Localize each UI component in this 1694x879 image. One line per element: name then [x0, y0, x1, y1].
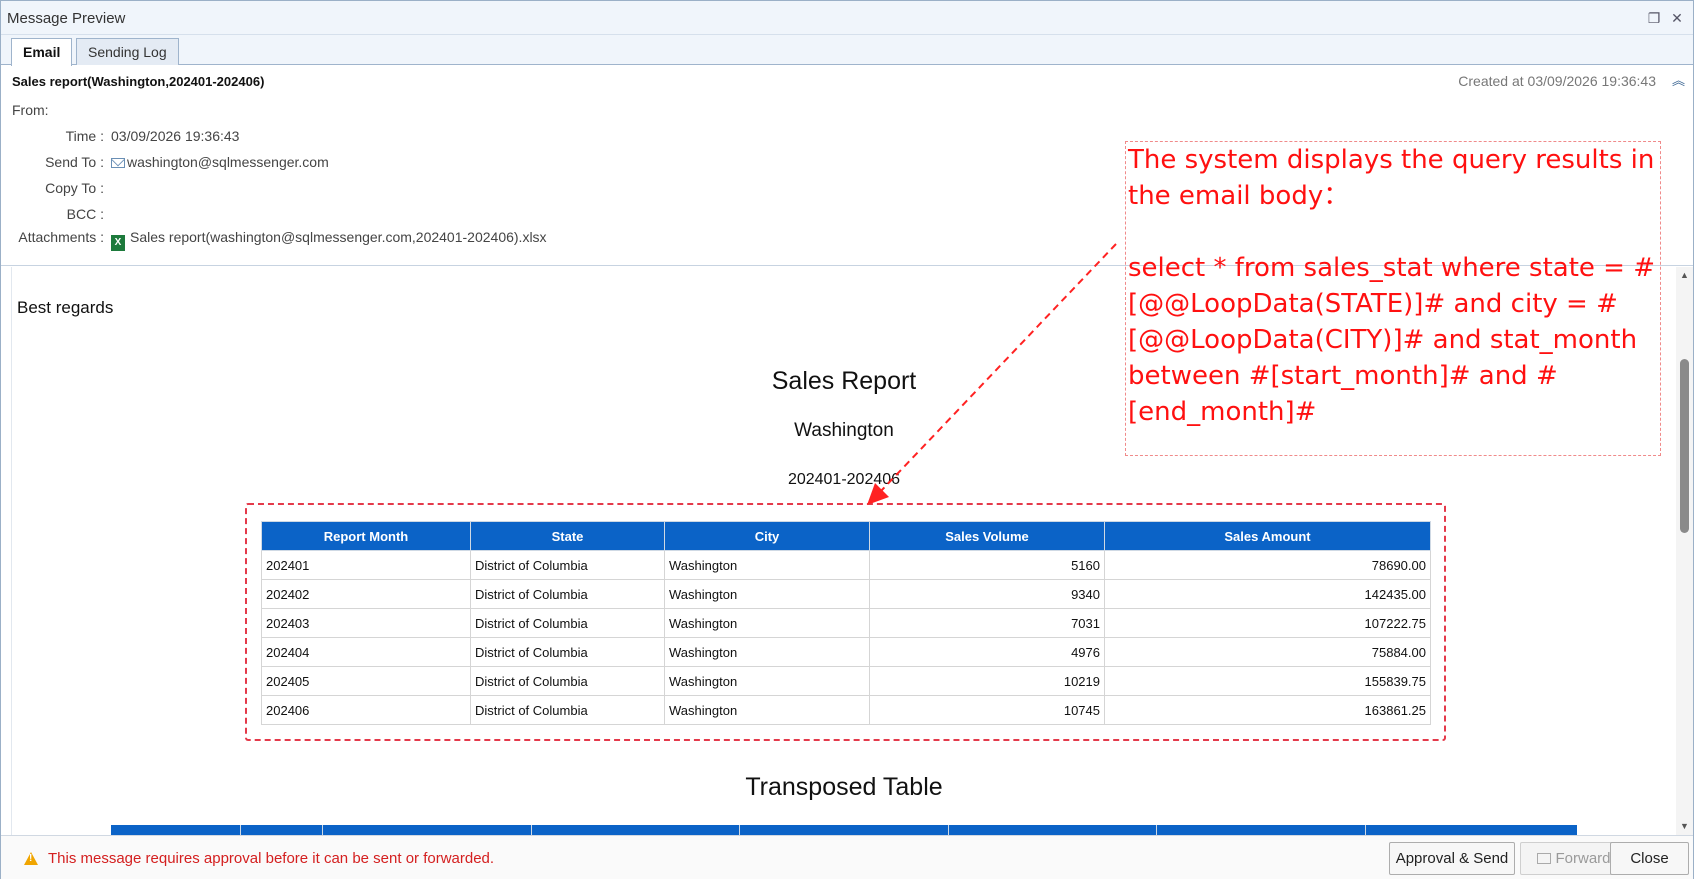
footer-bar: This message requires approval before it…: [1, 835, 1693, 879]
table-row: 202402 District of Columbia Washington 9…: [261, 579, 1431, 609]
attachments-label: Attachments :: [18, 229, 104, 245]
table-cell: 202403: [261, 608, 471, 638]
column-header: Sales Volume: [869, 521, 1105, 551]
table-cell: 4976: [869, 637, 1105, 667]
annotation-note: The system displays the query results in…: [1125, 141, 1661, 456]
attachment-name[interactable]: Sales report(washington@sqlmessenger.com…: [130, 229, 547, 245]
table-cell: Washington: [664, 695, 870, 725]
table-cell: Washington: [664, 579, 870, 609]
column-header: Report Month: [261, 521, 471, 551]
bcc-label: BCC :: [66, 206, 104, 222]
table-cell: 202404: [261, 637, 471, 667]
table-cell: 163861.25: [1104, 695, 1431, 725]
warning-icon: [24, 852, 38, 865]
table-cell: 202401: [261, 550, 471, 580]
table-header-row: Report Month State City Sales Volume Sal…: [261, 521, 1431, 551]
table-cell: 78690.00: [1104, 550, 1431, 580]
time-value: 03/09/2026 19:36:43: [111, 128, 240, 144]
close-icon[interactable]: ✕: [1667, 8, 1687, 28]
table-cell: 9340: [869, 579, 1105, 609]
table-row: 202401 District of Columbia Washington 5…: [261, 550, 1431, 580]
copyto-label: Copy To :: [45, 180, 104, 196]
table-cell: 155839.75: [1104, 666, 1431, 696]
forward-label: Forward: [1555, 850, 1611, 867]
table-cell: 5160: [869, 550, 1105, 580]
collapse-icon[interactable]: ︽: [1672, 70, 1685, 89]
tab-bar: Email Sending Log: [1, 35, 1693, 66]
approval-warning: This message requires approval before it…: [48, 850, 495, 867]
table-row: 202404 District of Columbia Washington 4…: [261, 637, 1431, 667]
close-button[interactable]: Close: [1610, 842, 1689, 875]
time-label: Time :: [65, 128, 104, 144]
attachment-link[interactable]: X Sales report(washington@sqlmessenger.co…: [111, 229, 547, 251]
forward-icon: [1537, 853, 1552, 864]
scroll-down-icon[interactable]: ▼: [1676, 818, 1693, 835]
table-row: 202406 District of Columbia Washington 1…: [261, 695, 1431, 725]
sendto-label: Send To :: [45, 154, 104, 170]
sales-table: Report Month State City Sales Volume Sal…: [261, 521, 1431, 725]
table-cell: Washington: [664, 666, 870, 696]
excel-file-icon: X: [111, 235, 125, 251]
tab-email[interactable]: Email: [11, 38, 73, 66]
table-cell: District of Columbia: [470, 550, 665, 580]
table-cell: District of Columbia: [470, 579, 665, 609]
table-cell: District of Columbia: [470, 637, 665, 667]
table-row: 202405 District of Columbia Washington 1…: [261, 666, 1431, 696]
vertical-scrollbar[interactable]: ▲ ▼: [1676, 267, 1693, 835]
created-timestamp: Created at 03/09/2026 19:36:43: [1458, 73, 1656, 89]
table-cell: 202402: [261, 579, 471, 609]
table-cell: 202405: [261, 666, 471, 696]
table-cell: 75884.00: [1104, 637, 1431, 667]
annotation-line-1: The system displays the query results in…: [1128, 145, 1655, 211]
title-bar: Message Preview ❐ ✕: [1, 1, 1693, 35]
message-preview-window: Message Preview ❐ ✕ Email Sending Log Sa…: [0, 0, 1694, 879]
table-cell: 10219: [869, 666, 1105, 696]
table-cell: 107222.75: [1104, 608, 1431, 638]
scroll-thumb[interactable]: [1680, 359, 1689, 533]
report-period: 202401-202406: [787, 471, 901, 488]
column-header: City: [664, 521, 870, 551]
transposed-title: Transposed Table: [745, 773, 943, 801]
table-cell: 7031: [869, 608, 1105, 638]
table-cell: District of Columbia: [470, 666, 665, 696]
window-title: Message Preview: [7, 10, 126, 27]
table-cell: Washington: [664, 637, 870, 667]
column-header: State: [470, 521, 665, 551]
table-cell: District of Columbia: [470, 608, 665, 638]
sendto-value: washington@sqlmessenger.com: [127, 154, 329, 170]
column-header: Sales Amount: [1104, 521, 1431, 551]
table-cell: Washington: [664, 608, 870, 638]
table-cell: Washington: [664, 550, 870, 580]
tab-sending-log[interactable]: Sending Log: [76, 38, 179, 65]
from-label: From:: [12, 102, 49, 118]
table-row: 202403 District of Columbia Washington 7…: [261, 608, 1431, 638]
regards-text: Best regards: [17, 298, 114, 317]
annotation-line-2: select * from sales_stat where state = #…: [1128, 253, 1656, 427]
message-subject: Sales report(Washington,202401-202406): [12, 74, 265, 89]
restore-icon[interactable]: ❐: [1644, 8, 1664, 28]
scroll-up-icon[interactable]: ▲: [1676, 267, 1693, 284]
envelope-icon: [111, 158, 125, 168]
table-cell: District of Columbia: [470, 695, 665, 725]
transposed-table-header: [111, 825, 1577, 835]
sendto-field: washington@sqlmessenger.com: [111, 154, 329, 170]
table-cell: 202406: [261, 695, 471, 725]
table-cell: 142435.00: [1104, 579, 1431, 609]
approval-send-button[interactable]: Approval & Send: [1389, 842, 1515, 875]
table-cell: 10745: [869, 695, 1105, 725]
